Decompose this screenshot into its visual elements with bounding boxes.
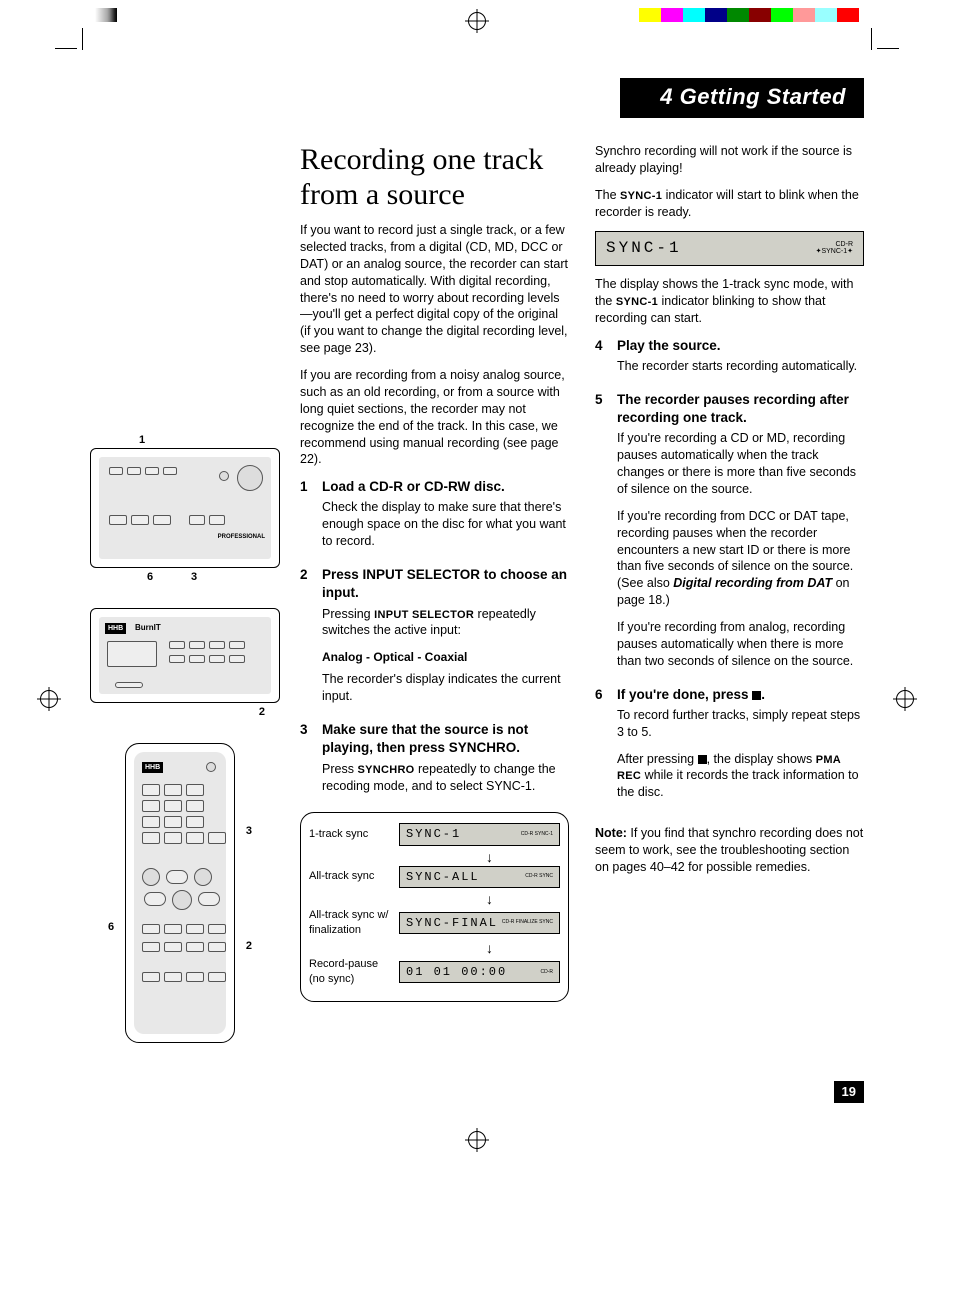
step-6: 6 If you're done, press . To record furt… xyxy=(595,686,864,812)
column-left: Recording one track from a source If you… xyxy=(300,143,569,1083)
step-4: 4 Play the source. The recorder starts r… xyxy=(595,337,864,385)
page-number: 19 xyxy=(834,1081,864,1103)
step-1: 1 Load a CD-R or CD-RW disc. Check the d… xyxy=(300,478,569,560)
intro-paragraph-2: If you are recording from a noisy analog… xyxy=(300,367,569,468)
stop-icon xyxy=(698,755,707,764)
step-5: 5 The recorder pauses recording after re… xyxy=(595,391,864,680)
stop-icon xyxy=(752,691,761,700)
printer-marks-top xyxy=(0,0,954,48)
chapter-tab: 4 Getting Started xyxy=(620,78,864,118)
page-title: Recording one track from a source xyxy=(300,143,569,212)
registration-mark-icon xyxy=(468,1131,486,1149)
figure-top-panel: HHB BurnIT 2 xyxy=(90,608,280,703)
figure-front-panel: PROFESSIONAL 1 6 3 xyxy=(90,448,280,568)
column-right: Synchro recording will not work if the s… xyxy=(595,143,864,1083)
arrow-down-icon: ↓ xyxy=(419,892,560,906)
arrow-down-icon: ↓ xyxy=(419,941,560,955)
intro-paragraph-1: If you want to record just a single trac… xyxy=(300,222,569,357)
registration-mark-icon xyxy=(40,690,58,708)
figure-sidebar: PROFESSIONAL 1 6 3 HHB BurnIT xyxy=(90,78,280,1083)
step-2: 2 Press INPUT SELECTOR to choose an inpu… xyxy=(300,566,569,715)
step-3: 3 Make sure that the source is not playi… xyxy=(300,721,569,804)
registration-mark-icon xyxy=(468,12,486,30)
figure-remote: HHB xyxy=(125,743,235,1043)
sync-mode-table: 1-track sync SYNC-1CD-R SYNC-1 ↓ All-tra… xyxy=(300,812,569,1002)
arrow-down-icon: ↓ xyxy=(419,850,560,864)
lcd-display-sync1: SYNC-1 CD-R✦SYNC-1✦ xyxy=(595,231,864,267)
registration-mark-icon xyxy=(896,690,914,708)
